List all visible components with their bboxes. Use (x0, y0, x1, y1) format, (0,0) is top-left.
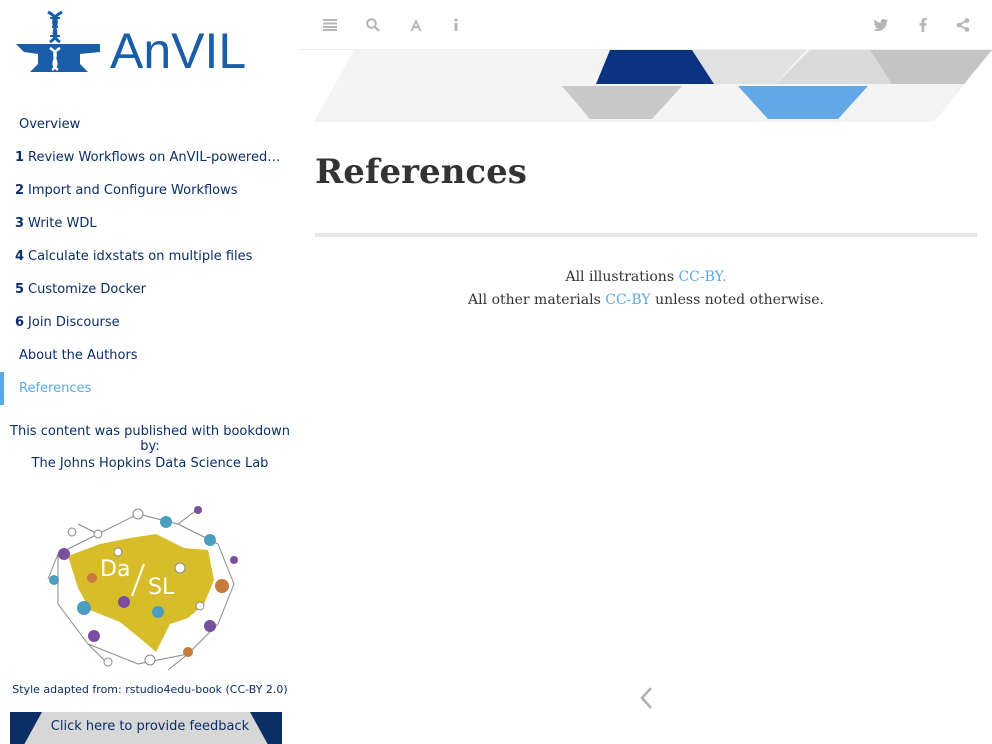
toc-item-chapter-5[interactable]: 5 Customize Docker (0, 273, 300, 306)
logo-wordmark: AnVIL (110, 23, 247, 79)
style-credit[interactable]: Style adapted from: rstudio4edu-book (CC… (0, 683, 300, 696)
anvil-dna-icon (16, 10, 100, 72)
dasl-network-icon: Da SL (47, 506, 238, 671)
share-icon[interactable] (952, 14, 974, 36)
title-divider (315, 233, 977, 237)
svg-text:SL: SL (148, 575, 175, 600)
toc-item-references[interactable]: References (0, 372, 300, 405)
previous-page-button[interactable] (636, 684, 658, 712)
toc-item-overview[interactable]: Overview (0, 108, 300, 141)
table-of-contents: Overview 1 Review Workflows on AnVIL-powe… (0, 108, 300, 405)
chevron-left-icon (640, 687, 652, 709)
facebook-icon[interactable] (912, 14, 934, 36)
feedback-button[interactable]: Click here to provide feedback (10, 719, 290, 734)
page-title: References (315, 152, 527, 192)
font-icon[interactable] (405, 14, 427, 36)
menu-icon[interactable] (319, 14, 341, 36)
sidebar: AnVIL Overview 1 Review Workflows on AnVI… (0, 0, 300, 744)
lab-link[interactable]: The Johns Hopkins Data Science Lab (0, 456, 300, 471)
search-icon[interactable] (362, 14, 384, 36)
toc-item-chapter-1[interactable]: 1 Review Workflows on AnVIL-powered-b… (0, 141, 300, 174)
cc-by-materials-link[interactable]: CC-BY (605, 292, 650, 308)
toc-item-chapter-4[interactable]: 4 Calculate idxstats on multiple files (0, 240, 300, 273)
license-notice: All illustrations CC-BY. All other mater… (315, 266, 977, 312)
toc-item-chapter-6[interactable]: 6 Join Discourse (0, 306, 300, 339)
license-line-illustrations: All illustrations CC-BY. (565, 269, 727, 285)
toc-item-chapter-2[interactable]: 2 Import and Configure Workflows (0, 174, 300, 207)
dasl-logo-text: Da (100, 557, 130, 582)
toc-item-chapter-3[interactable]: 3 Write WDL (0, 207, 300, 240)
info-icon[interactable] (445, 14, 467, 36)
published-with-text: This content was published with bookdown… (10, 424, 290, 454)
twitter-icon[interactable] (870, 14, 892, 36)
book-toolbar (300, 0, 992, 50)
toc-item-about-authors[interactable]: About the Authors (0, 339, 300, 372)
cc-by-illustrations-link[interactable]: CC-BY. (678, 269, 726, 285)
header-banner (314, 50, 992, 122)
dasl-logo[interactable]: Da SL (38, 494, 242, 674)
anvil-logo[interactable]: AnVIL (14, 8, 246, 76)
license-line-materials: All other materials CC-BY unless noted o… (468, 292, 824, 308)
